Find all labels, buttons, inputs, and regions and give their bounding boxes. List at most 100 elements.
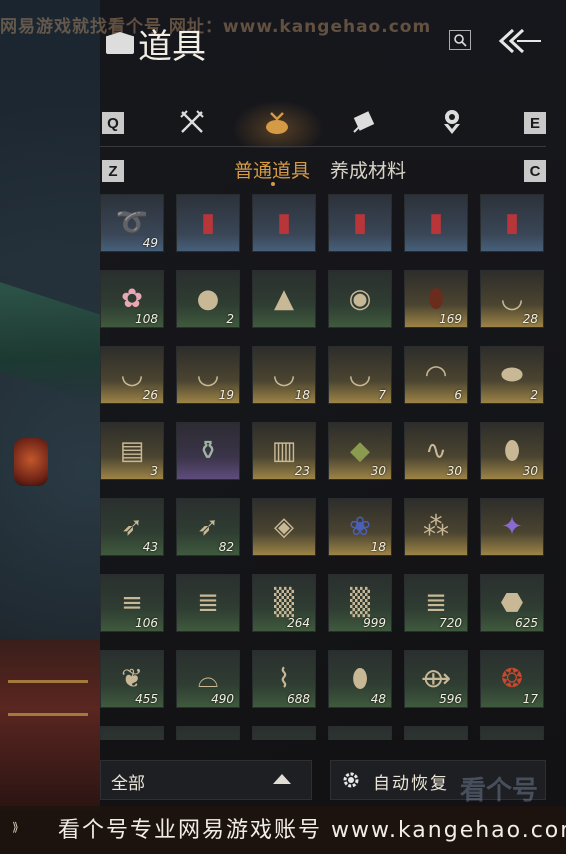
inventory-slot[interactable]: ▒ 264 bbox=[252, 574, 316, 632]
book-icon: ▥ bbox=[271, 436, 297, 466]
item-count: 28 bbox=[522, 312, 538, 326]
inventory-slot[interactable]: ❦ 455 bbox=[100, 650, 164, 708]
inventory-slot[interactable]: ⟴ 596 bbox=[404, 650, 468, 708]
horn-icon: ➰ bbox=[115, 208, 149, 238]
blue-flower-icon: ❀ bbox=[349, 512, 371, 542]
hay-icon: ▒ bbox=[350, 588, 370, 618]
inventory-slot[interactable]: ◡ 7 bbox=[328, 346, 392, 404]
active-subtab-indicator bbox=[271, 182, 275, 186]
inventory-slot[interactable]: ◡ 28 bbox=[480, 270, 544, 328]
inventory-slot[interactable]: · bbox=[404, 726, 468, 740]
inventory-slot[interactable]: ◠ 6 bbox=[404, 346, 468, 404]
red-envelope-icon: ▮ bbox=[200, 208, 216, 238]
item-count: 43 bbox=[142, 540, 158, 554]
red-envelope-icon: ▮ bbox=[504, 208, 520, 238]
inventory-slot[interactable]: ≣ 720 bbox=[404, 574, 468, 632]
inventory-slot[interactable]: ≣ bbox=[176, 574, 240, 632]
inventory-slot[interactable]: ● 2 bbox=[176, 270, 240, 328]
inventory-slot[interactable]: ⌇ 688 bbox=[252, 650, 316, 708]
tab-weapons[interactable] bbox=[174, 104, 210, 140]
tab-scrolls[interactable] bbox=[346, 104, 382, 140]
tab-materials[interactable]: 养成材料 bbox=[330, 156, 406, 183]
tab-common-items[interactable]: 普通道具 bbox=[234, 156, 310, 183]
inventory-slot[interactable]: ⚱ bbox=[176, 422, 240, 480]
inventory-slot[interactable]: ◐ bbox=[328, 726, 392, 740]
inventory-slot[interactable]: ◍ bbox=[480, 726, 544, 740]
red-envelope-icon: ▮ bbox=[352, 208, 368, 238]
inventory-slot[interactable]: ◆ 30 bbox=[328, 422, 392, 480]
herb-powder-icon: ◆ bbox=[350, 436, 370, 466]
inventory-slot[interactable]: ▲ bbox=[252, 270, 316, 328]
porcelain-bowl-icon: ◡ bbox=[500, 284, 524, 314]
tab-items[interactable] bbox=[259, 104, 295, 140]
search-button[interactable] bbox=[449, 30, 471, 50]
inventory-slot[interactable]: ⬮ 48 bbox=[328, 650, 392, 708]
inventory-slot[interactable]: ➶ 82 bbox=[176, 498, 240, 556]
arrow-icon: ➶ bbox=[121, 512, 143, 542]
item-count: 26 bbox=[142, 388, 158, 402]
inventory-slot[interactable]: ◡ 19 bbox=[176, 346, 240, 404]
inventory-slot[interactable]: ▮ bbox=[404, 194, 468, 252]
inventory-slot[interactable]: ▮ bbox=[328, 194, 392, 252]
rooster-bowl-icon: ◡ bbox=[272, 360, 296, 390]
prev-subtab-key[interactable]: Z bbox=[102, 160, 124, 182]
inventory-slot[interactable]: ⁂ bbox=[404, 498, 468, 556]
inventory-slot[interactable]: ⬬ 2 bbox=[480, 346, 544, 404]
inventory-slot[interactable]: ▥ 23 bbox=[252, 422, 316, 480]
inventory-slot[interactable]: ✦ bbox=[480, 498, 544, 556]
gear-icon bbox=[343, 772, 359, 788]
inventory-slot[interactable]: ⬣ 625 bbox=[480, 574, 544, 632]
item-count: 106 bbox=[135, 616, 158, 630]
scroll-icon bbox=[353, 111, 375, 133]
inventory-slot[interactable]: ▮ bbox=[252, 194, 316, 252]
inventory-slot[interactable]: ⌓ bbox=[176, 726, 240, 740]
inventory-slot[interactable]: ◡ 26 bbox=[100, 346, 164, 404]
clam-icon: ⌓ bbox=[198, 740, 219, 741]
inventory-slot[interactable]: ⬮ 30 bbox=[480, 422, 544, 480]
item-count: 49 bbox=[142, 236, 158, 250]
inventory-slot[interactable]: ⌓ 490 bbox=[176, 650, 240, 708]
item-count: 108 bbox=[135, 312, 158, 326]
item-count: 720 bbox=[439, 616, 462, 630]
background-lantern bbox=[14, 438, 48, 486]
inventory-slot[interactable]: ≡ 106 bbox=[100, 574, 164, 632]
title-icon bbox=[106, 32, 134, 54]
inventory-slot[interactable]: ◈ bbox=[252, 498, 316, 556]
inventory-slot[interactable]: ➶ 43 bbox=[100, 498, 164, 556]
next-subtab-key[interactable]: C bbox=[524, 160, 546, 182]
inventory-slot[interactable]: ◡ 18 bbox=[252, 346, 316, 404]
filter-dropdown[interactable]: 全部 bbox=[100, 760, 312, 800]
inventory-slot[interactable]: ⬮ 169 bbox=[404, 270, 468, 328]
tab-badges[interactable] bbox=[434, 104, 470, 140]
worm-icon: ∿ bbox=[425, 436, 447, 466]
item-count: 7 bbox=[378, 388, 386, 402]
timber-icon: ≣ bbox=[425, 588, 447, 618]
next-category-key[interactable]: E bbox=[524, 112, 546, 134]
ink-bowl-icon: ◡ bbox=[348, 360, 372, 390]
inventory-slot[interactable]: ✿ 108 bbox=[100, 270, 164, 328]
item-count: 18 bbox=[370, 540, 386, 554]
inventory-slot[interactable]: ❧ bbox=[100, 726, 164, 740]
inventory-slot[interactable]: ➰ 49 bbox=[100, 194, 164, 252]
bamboo-icon: ≡ bbox=[121, 588, 143, 618]
inventory-slot[interactable]: ❀ 18 bbox=[328, 498, 392, 556]
fish-stone-icon: ◈ bbox=[274, 512, 294, 542]
fiber-icon: ▒ bbox=[274, 588, 294, 618]
page-title-text: 道具 bbox=[138, 26, 206, 67]
inventory-slot[interactable]: ▒ 999 bbox=[328, 574, 392, 632]
caret-up-icon bbox=[273, 774, 291, 784]
inventory-slot[interactable]: · bbox=[252, 726, 316, 740]
feather-icon: ❦ bbox=[121, 664, 143, 694]
prev-category-key[interactable]: Q bbox=[102, 112, 124, 134]
plum-blossom-icon: ✿ bbox=[121, 284, 143, 314]
inventory-slot[interactable]: ▤ 3 bbox=[100, 422, 164, 480]
inventory-slot[interactable]: ❂ 17 bbox=[480, 650, 544, 708]
inventory-slot[interactable]: ▮ bbox=[480, 194, 544, 252]
back-button[interactable] bbox=[497, 26, 543, 56]
logs-icon: ≣ bbox=[197, 588, 219, 618]
inventory-slot[interactable]: ▮ bbox=[176, 194, 240, 252]
inventory-slot[interactable]: ∿ 30 bbox=[404, 422, 468, 480]
double-chevron-left-icon bbox=[498, 28, 541, 54]
inventory-slot[interactable]: ◉ bbox=[328, 270, 392, 328]
item-count: 3 bbox=[150, 464, 158, 478]
